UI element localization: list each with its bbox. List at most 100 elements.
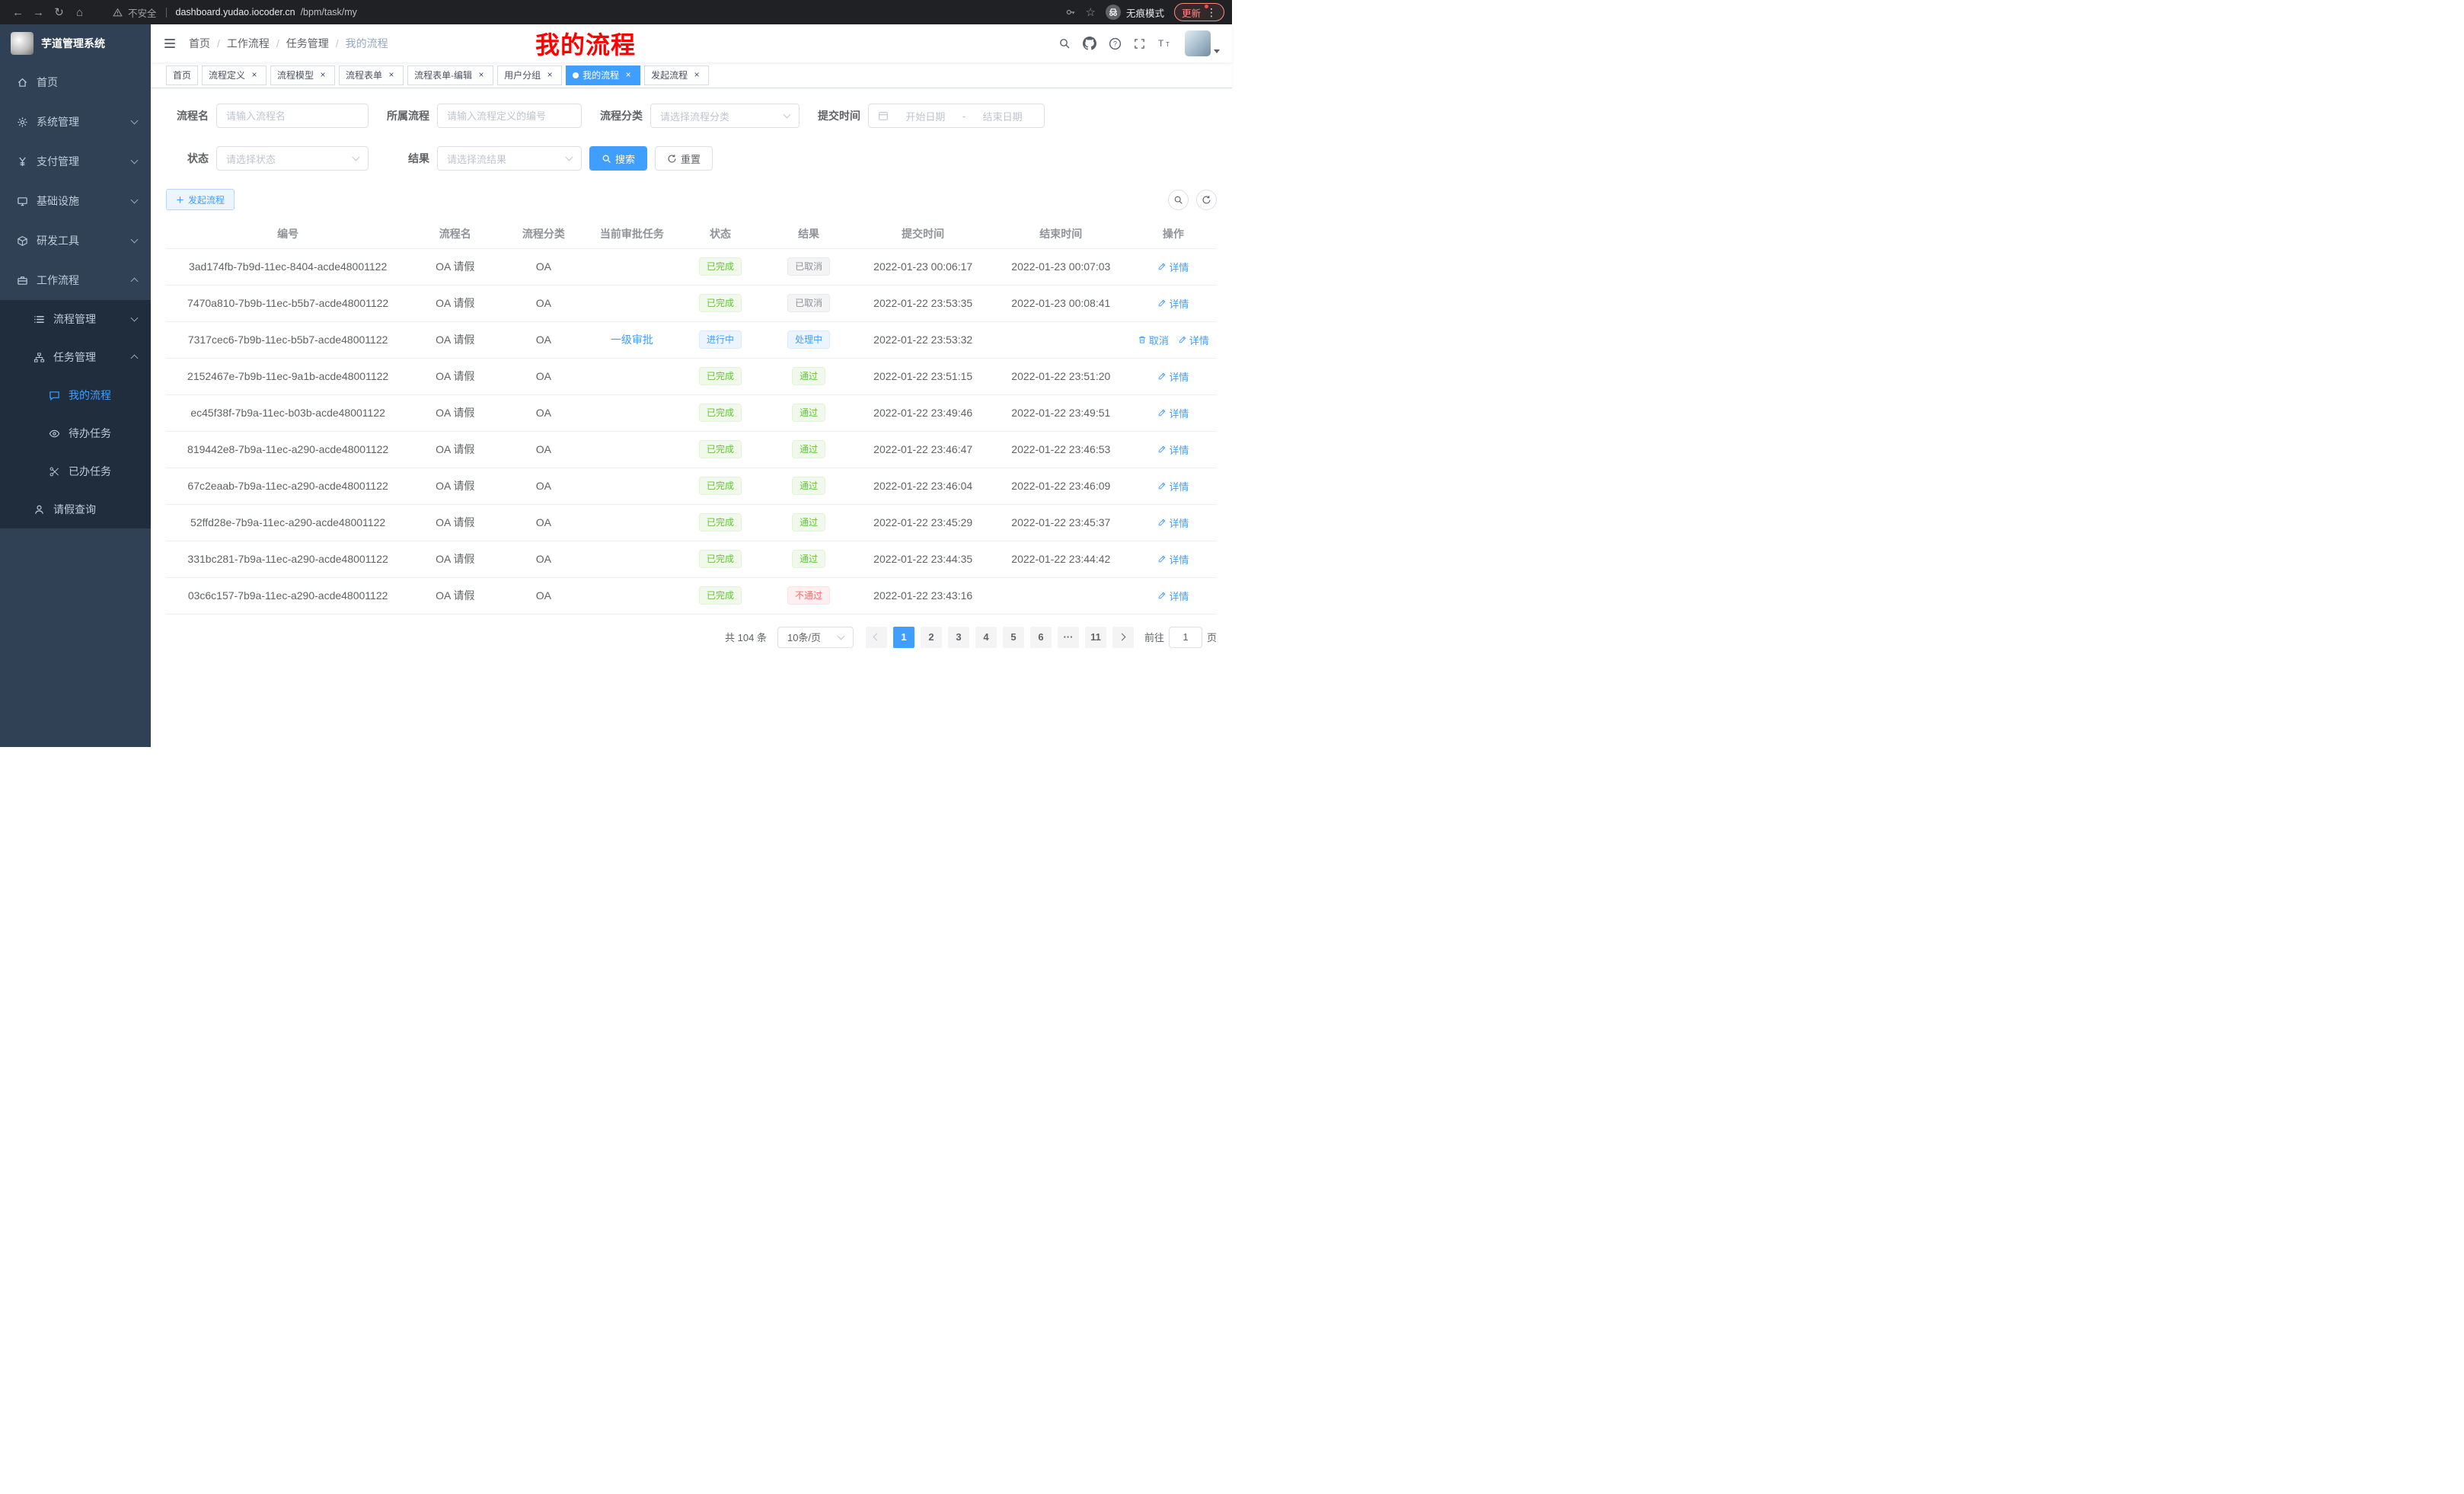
close-icon[interactable]: × xyxy=(386,70,397,81)
detail-link[interactable]: 详情 xyxy=(1157,516,1189,530)
start-process-button[interactable]: 发起流程 xyxy=(166,189,235,210)
sidebar-item-infrastructure[interactable]: 基础设施 xyxy=(0,181,151,221)
reload-button[interactable]: ↻ xyxy=(49,2,69,23)
tab-process-model[interactable]: 流程模型× xyxy=(270,65,335,85)
sidebar-logo[interactable]: 芋道管理系统 xyxy=(0,24,151,62)
sidebar-item-done-task[interactable]: 已办任务 xyxy=(0,452,151,490)
tab-process-form[interactable]: 流程表单× xyxy=(339,65,404,85)
page-size-select[interactable]: 10条/页 xyxy=(777,627,854,648)
sidebar-item-leave-query[interactable]: 请假查询 xyxy=(0,490,151,528)
end-time: 2022-01-22 23:46:09 xyxy=(992,468,1130,504)
tab-my-process[interactable]: 我的流程× xyxy=(566,65,640,85)
reset-button[interactable]: 重置 xyxy=(655,146,713,171)
home-button[interactable]: ⌂ xyxy=(69,2,90,23)
page-button-3[interactable]: 3 xyxy=(948,627,969,648)
forward-button[interactable]: → xyxy=(28,2,49,23)
page-button-5[interactable]: 5 xyxy=(1003,627,1024,648)
detail-link[interactable]: 详情 xyxy=(1157,479,1189,493)
table-row: 7317cec6-7b9b-11ec-b5b7-acde48001122OA 请… xyxy=(166,321,1217,358)
address-bar[interactable]: 不安全 dashboard.yudao.iocoder.cn/bpm/task/… xyxy=(113,5,1065,20)
github-icon[interactable] xyxy=(1083,37,1096,50)
close-icon[interactable]: × xyxy=(318,70,328,81)
page-button-1[interactable]: 1 xyxy=(893,627,914,648)
detail-link[interactable]: 详情 xyxy=(1178,333,1209,347)
tab-process-form-edit[interactable]: 流程表单-编辑× xyxy=(407,65,493,85)
close-icon[interactable]: × xyxy=(623,70,634,81)
detail-link[interactable]: 详情 xyxy=(1157,260,1189,274)
browser-update-button[interactable]: 更新 ⋮ xyxy=(1174,3,1224,21)
tab-user-group[interactable]: 用户分组× xyxy=(497,65,562,85)
password-key-icon[interactable] xyxy=(1065,7,1076,18)
refresh-table-button[interactable] xyxy=(1196,190,1217,210)
result-badge: 已取消 xyxy=(787,294,830,312)
detail-link[interactable]: 详情 xyxy=(1157,296,1189,311)
close-icon[interactable]: × xyxy=(691,70,702,81)
sidebar-item-home[interactable]: 首页 xyxy=(0,62,151,102)
detail-link[interactable]: 详情 xyxy=(1157,369,1189,384)
sidebar-item-devtools[interactable]: 研发工具 xyxy=(0,221,151,260)
font-size-icon[interactable]: TT xyxy=(1157,37,1171,49)
kebab-menu-icon[interactable]: ⋮ xyxy=(1206,7,1217,18)
detail-link[interactable]: 详情 xyxy=(1157,442,1189,457)
menu-item-label: 研发工具 xyxy=(37,233,79,248)
sidebar-item-my-process[interactable]: 我的流程 xyxy=(0,376,151,414)
current-task-link[interactable]: 一级审批 xyxy=(611,334,653,346)
goto-page-input[interactable] xyxy=(1169,627,1202,648)
tab-label: 首页 xyxy=(173,69,191,81)
tab-process-definition[interactable]: 流程定义× xyxy=(202,65,267,85)
detail-link[interactable]: 详情 xyxy=(1157,406,1189,420)
process-definition-input[interactable] xyxy=(437,104,582,128)
result-badge: 不通过 xyxy=(787,586,830,605)
address-divider xyxy=(166,8,167,18)
detail-link[interactable]: 详情 xyxy=(1157,552,1189,567)
user-menu[interactable] xyxy=(1185,30,1220,56)
sidebar-item-process-management[interactable]: 流程管理 xyxy=(0,300,151,338)
help-icon[interactable]: ? xyxy=(1109,37,1122,50)
next-page-button[interactable] xyxy=(1112,627,1134,648)
status-badge: 已完成 xyxy=(699,367,742,385)
breadcrumb-item[interactable]: 首页 xyxy=(189,36,227,51)
result-cell: 已取消 xyxy=(764,285,854,321)
hamburger-icon[interactable] xyxy=(163,37,177,50)
chevron-down-icon xyxy=(131,236,139,244)
calendar-icon xyxy=(878,110,889,121)
sidebar-item-workflow[interactable]: 工作流程 xyxy=(0,260,151,300)
submit-time-range-picker[interactable]: 开始日期 - 结束日期 xyxy=(868,104,1045,128)
close-icon[interactable]: × xyxy=(544,70,555,81)
page-button-6[interactable]: 6 xyxy=(1030,627,1052,648)
back-button[interactable]: ← xyxy=(8,2,28,23)
page-button-2[interactable]: 2 xyxy=(921,627,942,648)
app-title: 芋道管理系统 xyxy=(41,36,105,51)
process-category-select[interactable]: 请选择流程分类 xyxy=(650,104,800,128)
result-select[interactable]: 请选择流结果 xyxy=(437,146,582,171)
url-path: /bpm/task/my xyxy=(301,7,357,18)
page-button-4[interactable]: 4 xyxy=(975,627,997,648)
result-cell: 通过 xyxy=(764,504,854,541)
current-task-cell xyxy=(586,468,677,504)
detail-link[interactable]: 详情 xyxy=(1157,589,1189,603)
search-button[interactable]: 搜索 xyxy=(589,146,647,171)
submit-time: 2022-01-22 23:46:47 xyxy=(854,431,992,468)
sidebar-item-payment[interactable]: 支付管理 xyxy=(0,142,151,181)
cancel-link[interactable]: 取消 xyxy=(1138,333,1169,347)
toggle-search-button[interactable] xyxy=(1168,190,1189,210)
menu-item-label: 待办任务 xyxy=(69,426,111,441)
more-pages-button[interactable]: ··· xyxy=(1058,627,1079,648)
search-icon[interactable] xyxy=(1058,37,1071,49)
process-name-input[interactable] xyxy=(216,104,369,128)
close-icon[interactable]: × xyxy=(476,70,487,81)
close-icon[interactable]: × xyxy=(249,70,260,81)
status-select[interactable]: 请选择状态 xyxy=(216,146,369,171)
tab-start-process[interactable]: 发起流程× xyxy=(644,65,709,85)
sidebar-item-system[interactable]: 系统管理 xyxy=(0,102,151,142)
prev-page-button[interactable] xyxy=(866,627,887,648)
chevron-down-icon xyxy=(1214,49,1220,53)
fullscreen-icon[interactable] xyxy=(1134,38,1145,49)
tab-home[interactable]: 首页 xyxy=(166,65,198,85)
bookmark-star-icon[interactable]: ☆ xyxy=(1086,5,1096,19)
menu-item-label: 已办任务 xyxy=(69,464,111,479)
process-category: OA xyxy=(500,577,586,614)
sidebar-item-todo-task[interactable]: 待办任务 xyxy=(0,414,151,452)
page-button-11[interactable]: 11 xyxy=(1085,627,1106,648)
sidebar-item-task-management[interactable]: 任务管理 xyxy=(0,338,151,376)
